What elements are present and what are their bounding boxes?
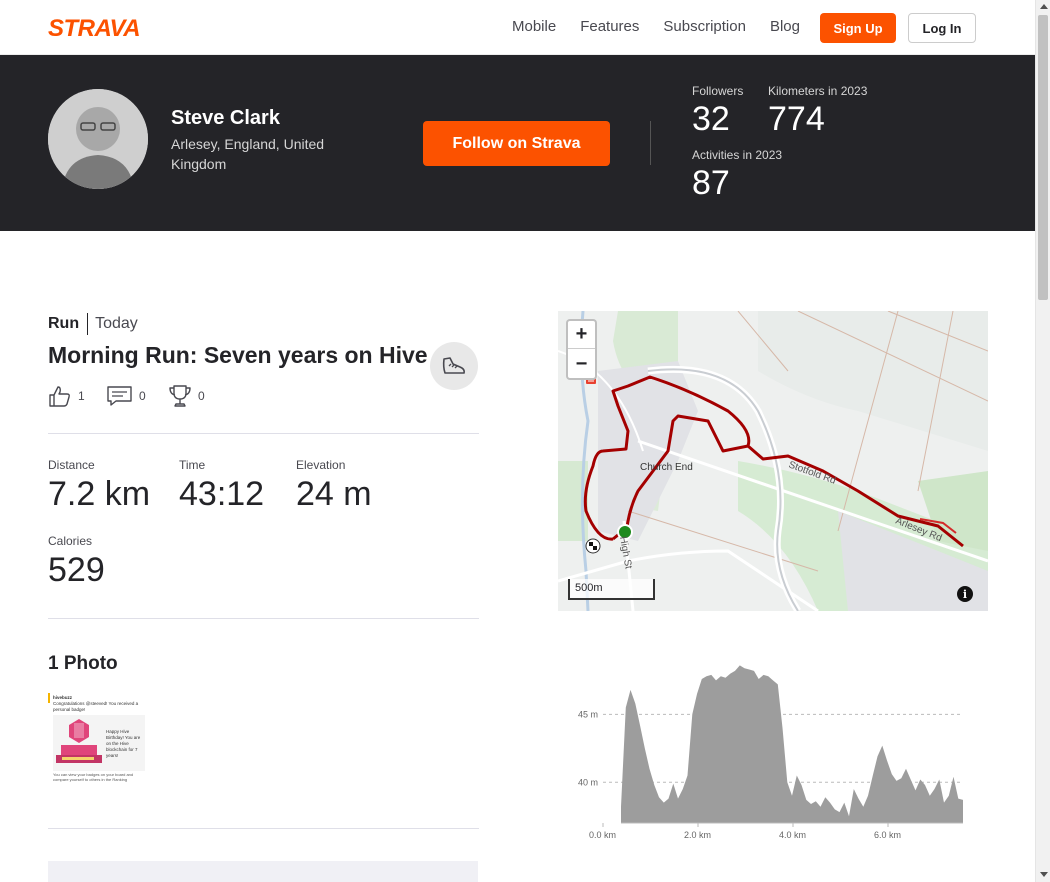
athlete-location: Arlesey, England, United Kingdom: [171, 136, 325, 172]
comments-button[interactable]: 0: [107, 384, 146, 408]
scroll-down-arrow-icon[interactable]: [1040, 872, 1048, 877]
comments-count: 0: [139, 389, 146, 403]
kudos-button[interactable]: 1: [48, 384, 85, 408]
y-tick-label: 45 m: [578, 709, 598, 719]
achievements-count: 0: [198, 389, 205, 403]
activity-title: Morning Run: Seven years on Hive: [48, 342, 428, 368]
distance-value: 7.2 km: [48, 475, 151, 513]
nav-link-features[interactable]: Features: [580, 18, 639, 35]
followers-stat: Followers 32: [692, 84, 743, 139]
map-canvas: Church End Stotfold Rd Arlesey Rd High S…: [558, 311, 988, 611]
scrollbar-thumb[interactable]: [1038, 15, 1048, 300]
activity-date: Today: [95, 315, 138, 332]
scrollbar[interactable]: [1035, 0, 1050, 882]
photo-text-1: Congratulations @steeved! You received a…: [53, 701, 139, 712]
info-icon[interactable]: i: [957, 586, 973, 602]
photo-text-2: Happy Hive Birthday! You are on the Hive…: [106, 729, 141, 758]
comment-icon: [107, 386, 132, 406]
elevation-profile: 45 m 40 m 0.0 km 2.0 km 4.0 km 6.0 km: [578, 665, 963, 840]
route-map[interactable]: Church End Stotfold Rd Arlesey Rd High S…: [558, 311, 988, 611]
photo-text-3: You can view your badges on your board a…: [53, 772, 134, 782]
elevation-area: [621, 665, 963, 823]
divider: [48, 828, 479, 829]
map-scale: 500m: [568, 579, 655, 600]
separator: [87, 313, 89, 335]
y-tick-label: 40 m: [578, 777, 598, 787]
x-tick-label: 6.0 km: [874, 830, 901, 840]
divider: [48, 618, 479, 619]
nav-link-mobile[interactable]: Mobile: [512, 18, 556, 35]
activities-value: 87: [692, 164, 730, 202]
km-value: 774: [768, 100, 825, 138]
shoe-icon-glyph: [442, 357, 465, 374]
activities-label: Activities in 2023: [692, 148, 783, 162]
x-tick-label: 4.0 km: [779, 830, 806, 840]
elevation-label: Elevation: [296, 458, 346, 472]
thumbs-up-icon: [49, 386, 70, 407]
distance-label: Distance: [48, 458, 95, 472]
calories-label: Calories: [48, 534, 93, 548]
elevation-value: 24 m: [296, 475, 372, 513]
time-label: Time: [179, 458, 206, 472]
divider: [48, 433, 479, 434]
followers-value: 32: [692, 100, 730, 138]
photo-thumbnail[interactable]: hivebuzz Congratulations @steeved! You r…: [48, 693, 146, 783]
time-value: 43:12: [179, 475, 265, 513]
x-tick-label: 2.0 km: [684, 830, 711, 840]
distance-metric: Distance 7.2 km: [48, 458, 150, 514]
scroll-up-arrow-icon[interactable]: [1040, 4, 1048, 9]
km-label: Kilometers in 2023: [768, 84, 868, 98]
activities-stat: Activities in 2023 87: [692, 148, 782, 203]
athlete-header: Steve Clark Arlesey, England, United Kin…: [0, 55, 1035, 231]
follow-button[interactable]: Follow on Strava: [423, 121, 610, 166]
finish-flag-icon: [585, 538, 601, 554]
achievements-button[interactable]: 0: [168, 384, 205, 408]
map-label-church-end: Church End: [640, 462, 693, 473]
athlete-name[interactable]: Steve Clark: [171, 107, 280, 130]
time-metric: Time 43:12: [179, 458, 264, 514]
activity-type-row: Run Today: [48, 313, 138, 335]
strava-logo[interactable]: STRAVA: [48, 15, 141, 43]
nav-link-blog[interactable]: Blog: [770, 18, 800, 35]
log-in-button[interactable]: Log In: [908, 13, 976, 43]
nav-link-subscription[interactable]: Subscription: [663, 18, 746, 35]
followers-label: Followers: [692, 84, 744, 98]
nav-links: Mobile Features Subscription Blog: [512, 18, 800, 35]
avatar[interactable]: [48, 89, 148, 189]
zoom-control: + −: [566, 319, 597, 380]
divider: [650, 121, 651, 165]
elevation-metric: Elevation 24 m: [296, 458, 372, 514]
trophy-icon: [169, 385, 191, 407]
zoom-out-button[interactable]: −: [568, 350, 595, 378]
kudos-count: 1: [78, 389, 85, 403]
segments-section: [48, 861, 478, 882]
top-navigation: STRAVA Mobile Features Subscription Blog…: [0, 0, 1035, 55]
km-stat: Kilometers in 2023 774: [768, 84, 867, 139]
calories-metric: Calories 529: [48, 534, 105, 590]
shoe-icon[interactable]: [430, 342, 478, 390]
calories-value: 529: [48, 551, 105, 589]
zoom-in-button[interactable]: +: [568, 321, 595, 349]
photos-heading: 1 Photo: [48, 653, 118, 674]
x-tick-label: 0.0 km: [589, 830, 616, 840]
photo-image: hivebuzz Congratulations @steeved! You r…: [48, 693, 146, 783]
avatar-image: [48, 89, 148, 189]
elevation-chart[interactable]: 45 m 40 m 0.0 km 2.0 km 4.0 km 6.0 km: [558, 650, 988, 850]
sign-up-button[interactable]: Sign Up: [820, 13, 896, 43]
photo-user: hivebuzz: [53, 695, 73, 700]
activity-type: Run: [48, 315, 80, 332]
